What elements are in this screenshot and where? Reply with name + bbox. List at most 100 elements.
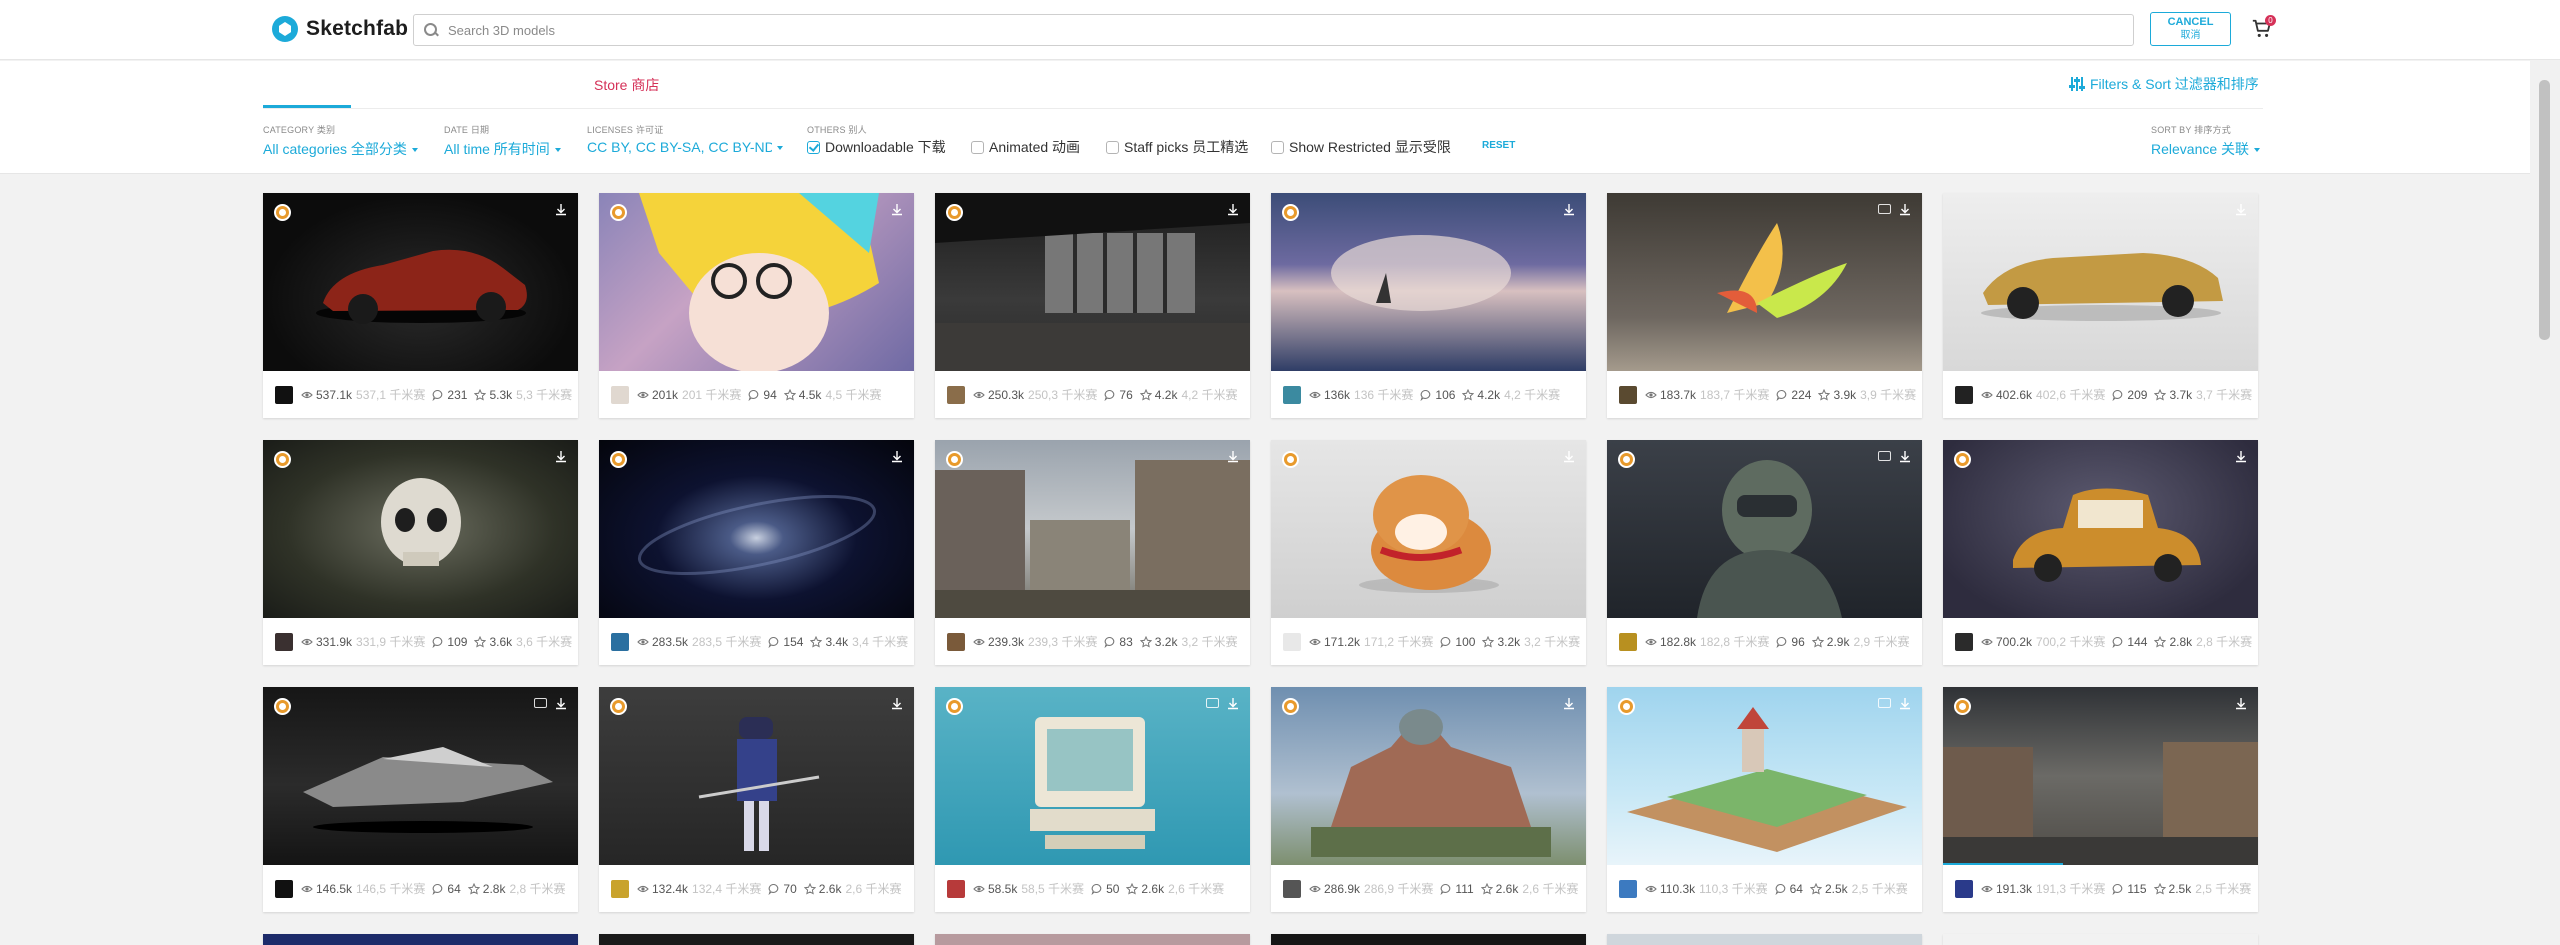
- avatar[interactable]: [947, 879, 965, 898]
- model-thumbnail[interactable]: [1943, 193, 2258, 371]
- model-card[interactable]: 331.9k 331,9 千米赛 109 3.6k 3,6 千米赛: [263, 440, 578, 665]
- model-card[interactable]: 402.6k 402,6 千米赛 209 3.7k 3,7 千米赛: [1943, 193, 2258, 418]
- model-thumbnail[interactable]: [1943, 687, 2258, 865]
- avatar[interactable]: [1283, 879, 1301, 898]
- download-button[interactable]: [1897, 449, 1913, 465]
- model-card[interactable]: 58.5k 58,5 千米赛 50 2.6k 2,6 千米赛: [935, 687, 1250, 912]
- model-card[interactable]: 183.7k 183,7 千米赛 224 3.9k 3,9 千米赛: [1607, 193, 1922, 418]
- download-button[interactable]: [2233, 202, 2249, 218]
- model-card[interactable]: 239.3k 239,3 千米赛 83 3.2k 3,2 千米赛: [935, 440, 1250, 665]
- model-card[interactable]: [1271, 934, 1586, 945]
- model-thumbnail[interactable]: [935, 440, 1250, 618]
- model-card[interactable]: [263, 934, 578, 945]
- category-filter[interactable]: CATEGORY 类别 All categories 全部分类: [263, 123, 418, 159]
- model-card[interactable]: [935, 934, 1250, 945]
- avatar[interactable]: [275, 385, 293, 404]
- scrollbar[interactable]: [2530, 60, 2560, 945]
- reset-button[interactable]: RESET: [1482, 140, 1515, 151]
- licenses-select[interactable]: CC BY, CC BY-SA, CC BY-ND, C: [587, 139, 787, 155]
- avatar[interactable]: [611, 632, 629, 651]
- avatar[interactable]: [947, 632, 965, 651]
- model-thumbnail[interactable]: [599, 193, 914, 371]
- model-thumbnail[interactable]: [599, 440, 914, 618]
- model-card[interactable]: 283.5k 283,5 千米赛 154 3.4k 3,4 千米赛: [599, 440, 914, 665]
- avatar[interactable]: [611, 879, 629, 898]
- download-button[interactable]: [1561, 449, 1577, 465]
- model-thumbnail[interactable]: [1607, 193, 1922, 371]
- download-button[interactable]: [889, 449, 905, 465]
- download-button[interactable]: [889, 202, 905, 218]
- show-restricted-checkbox[interactable]: Show Restricted 显示受限: [1271, 137, 1451, 157]
- model-thumbnail[interactable]: [599, 687, 914, 865]
- model-thumbnail[interactable]: [1271, 193, 1586, 371]
- date-select[interactable]: All time 所有时间: [444, 139, 561, 159]
- model-thumbnail[interactable]: [263, 687, 578, 865]
- download-button[interactable]: [553, 696, 569, 712]
- download-button[interactable]: [1897, 696, 1913, 712]
- model-thumbnail[interactable]: [1943, 440, 2258, 618]
- scrollbar-thumb[interactable]: [2539, 80, 2550, 340]
- download-button[interactable]: [2233, 449, 2249, 465]
- checkbox-icon[interactable]: [1106, 140, 1119, 154]
- avatar[interactable]: [611, 385, 629, 404]
- sort-filter[interactable]: SORT BY 排序方式 Relevance 关联: [2151, 123, 2261, 159]
- animated-checkbox[interactable]: Animated 动画: [971, 137, 1080, 157]
- checkbox-icon[interactable]: [1271, 140, 1284, 154]
- avatar[interactable]: [1955, 879, 1973, 898]
- model-thumbnail[interactable]: [1607, 687, 1922, 865]
- downloadable-checkbox[interactable]: Downloadable 下载: [807, 137, 946, 157]
- download-button[interactable]: [1225, 449, 1241, 465]
- download-button[interactable]: [1225, 202, 1241, 218]
- cart-button[interactable]: 0: [2251, 15, 2276, 40]
- model-card[interactable]: 136k 136 千米赛 106 4.2k 4,2 千米赛: [1271, 193, 1586, 418]
- avatar[interactable]: [1283, 385, 1301, 404]
- checkbox-icon[interactable]: [971, 140, 984, 154]
- download-button[interactable]: [1561, 696, 1577, 712]
- avatar[interactable]: [275, 879, 293, 898]
- avatar[interactable]: [1955, 385, 1973, 404]
- checkbox-checked-icon[interactable]: [807, 140, 820, 154]
- model-thumbnail[interactable]: [263, 440, 578, 618]
- model-card[interactable]: [1943, 934, 2258, 945]
- staff-picks-checkbox[interactable]: Staff picks 员工精选: [1106, 137, 1248, 157]
- model-thumbnail[interactable]: [1271, 687, 1586, 865]
- model-card[interactable]: 286.9k 286,9 千米赛 111 2.6k 2,6 千米赛: [1271, 687, 1586, 912]
- model-thumbnail[interactable]: [1607, 440, 1922, 618]
- model-thumbnail[interactable]: [935, 193, 1250, 371]
- download-button[interactable]: [1225, 696, 1241, 712]
- avatar[interactable]: [1283, 632, 1301, 651]
- model-card[interactable]: 171.2k 171,2 千米赛 100 3.2k 3,2 千米赛: [1271, 440, 1586, 665]
- download-button[interactable]: [1561, 202, 1577, 218]
- search-input[interactable]: [448, 22, 2048, 38]
- download-button[interactable]: [553, 449, 569, 465]
- cancel-button[interactable]: CANCEL 取消: [2150, 12, 2231, 46]
- model-card[interactable]: 132.4k 132,4 千米赛 70 2.6k 2,6 千米赛: [599, 687, 914, 912]
- avatar[interactable]: [275, 632, 293, 651]
- model-card[interactable]: 191.3k 191,3 千米赛 115 2.5k 2,5 千米赛: [1943, 687, 2258, 912]
- model-card[interactable]: [599, 934, 914, 945]
- avatar[interactable]: [1619, 632, 1637, 651]
- download-button[interactable]: [889, 696, 905, 712]
- date-filter[interactable]: DATE 日期 All time 所有时间: [444, 123, 561, 159]
- model-thumbnail[interactable]: [935, 687, 1250, 865]
- avatar[interactable]: [1619, 385, 1637, 404]
- download-button[interactable]: [2233, 696, 2249, 712]
- download-button[interactable]: [553, 202, 569, 218]
- sort-select[interactable]: Relevance 关联: [2151, 139, 2261, 159]
- model-thumbnail[interactable]: [1271, 440, 1586, 618]
- category-select[interactable]: All categories 全部分类: [263, 139, 418, 159]
- model-card[interactable]: 146.5k 146,5 千米赛 64 2.8k 2,8 千米赛: [263, 687, 578, 912]
- tab-store[interactable]: Store 商店: [594, 75, 659, 95]
- avatar[interactable]: [947, 385, 965, 404]
- model-card[interactable]: 182.8k 182,8 千米赛 96 2.9k 2,9 千米赛: [1607, 440, 1922, 665]
- licenses-filter[interactable]: LICENSES 许可证 CC BY, CC BY-SA, CC BY-ND, …: [587, 123, 787, 155]
- model-card[interactable]: 700.2k 700,2 千米赛 144 2.8k 2,8 千米赛: [1943, 440, 2258, 665]
- model-card[interactable]: 250.3k 250,3 千米赛 76 4.2k 4,2 千米赛: [935, 193, 1250, 418]
- model-card[interactable]: 537.1k 537,1 千米赛 231 5.3k 5,3 千米赛: [263, 193, 578, 418]
- sketchfab-logo[interactable]: Sketchfab: [272, 15, 408, 43]
- model-card[interactable]: 110.3k 110,3 千米赛 64 2.5k 2,5 千米赛: [1607, 687, 1922, 912]
- avatar[interactable]: [1619, 879, 1637, 898]
- model-card[interactable]: [1607, 934, 1922, 945]
- filters-sort-toggle[interactable]: Filters & Sort 过滤器和排序: [2069, 74, 2259, 94]
- download-button[interactable]: [1897, 202, 1913, 218]
